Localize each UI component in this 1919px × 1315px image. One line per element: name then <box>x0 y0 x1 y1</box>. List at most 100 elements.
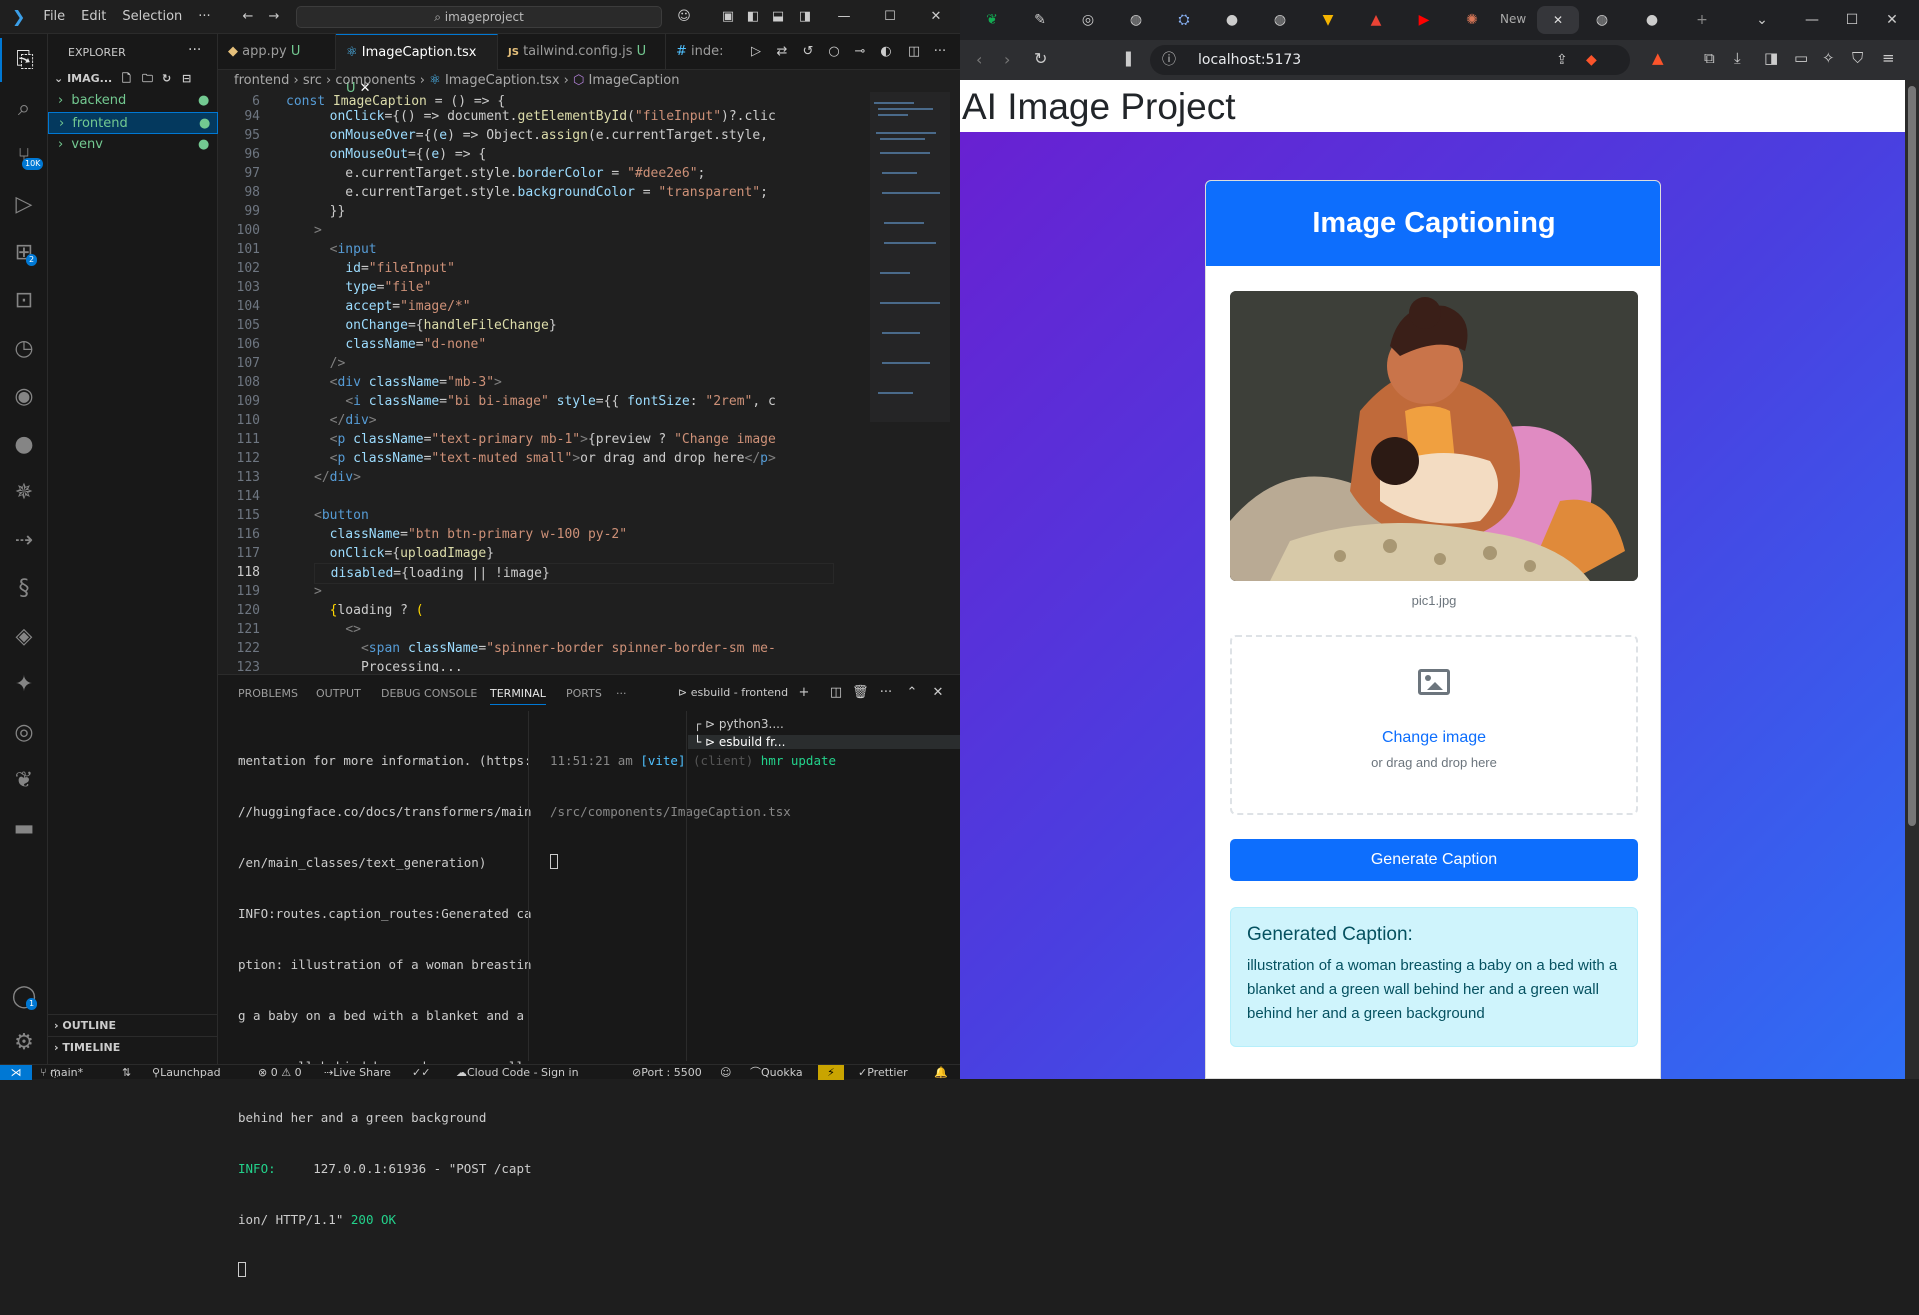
tab-globe-icon[interactable]: ◍ <box>1124 8 1148 32</box>
explorer-item-frontend[interactable]: › frontend ● <box>48 112 218 134</box>
tab-list-icon[interactable]: ⌄ <box>1750 8 1774 32</box>
back-icon[interactable]: ‹ <box>976 50 982 69</box>
trash-icon[interactable]: 🗑 <box>852 685 869 701</box>
menu-edit[interactable]: Edit <box>73 9 114 24</box>
github-icon[interactable]: ● <box>0 422 48 466</box>
docker-icon[interactable]: ▬ <box>0 806 48 850</box>
tab-new[interactable]: New <box>1500 12 1526 26</box>
port-indicator[interactable]: ⊘ Port : 5500 <box>632 1065 702 1080</box>
run-debug-icon[interactable]: ▷ <box>0 182 48 226</box>
tab-globe3-icon[interactable]: ◍ <box>1590 8 1614 32</box>
tab-github-icon[interactable]: ● <box>1220 8 1244 32</box>
command-search[interactable]: ⌕ imageproject <box>296 6 662 28</box>
run-icon[interactable]: ▷ <box>748 44 764 60</box>
leo-ai-icon[interactable]: ✧ <box>1822 49 1835 67</box>
tab-app-icon[interactable]: ✎ <box>1028 8 1052 32</box>
extensions-icon[interactable]: ⊞ 2 <box>0 230 48 274</box>
bell-icon[interactable]: 🔔 <box>934 1065 948 1080</box>
share-icon[interactable]: ⇪ <box>1556 45 1568 75</box>
tab-terminal[interactable]: TERMINAL <box>490 687 546 705</box>
new-folder-icon[interactable]: 🗀 <box>142 68 153 90</box>
prettier-indicator[interactable]: ✓ Prettier <box>858 1065 908 1080</box>
terminal-list-item-esbuild[interactable]: └ ⊳ esbuild fr... <box>688 735 960 749</box>
check-icon[interactable]: ✓✓ <box>412 1065 430 1080</box>
sidebar-icon[interactable]: ◨ <box>1764 49 1778 67</box>
tab-imagecaption-tsx[interactable]: ⚛ ImageCaption.tsx U ✕ <box>336 34 498 96</box>
maximize-panel-icon[interactable]: ⌃ <box>904 685 920 701</box>
terminal-selector[interactable]: ⊳ esbuild - frontend <box>678 686 788 699</box>
extensions-icon[interactable]: ⧉ <box>1704 49 1715 67</box>
tab-problems[interactable]: PROBLEMS <box>238 687 298 700</box>
tab-cursor-icon[interactable]: ⛭ <box>1172 8 1196 32</box>
layout-icon[interactable]: ▣ <box>720 9 736 25</box>
terminal-list-item-python[interactable]: ┌ ⊳ python3.... <box>694 717 784 731</box>
kubernetes-icon[interactable]: ✵ <box>0 470 48 514</box>
menu-selection[interactable]: Selection <box>114 9 190 24</box>
tab-target-icon[interactable]: ◎ <box>1076 8 1100 32</box>
python-icon[interactable]: § <box>0 566 48 610</box>
compare-icon[interactable]: ⇄ <box>774 44 790 60</box>
tab-globe2-icon[interactable]: ◍ <box>1268 8 1292 32</box>
explorer-root[interactable]: ⌄ IMAG... 🗋 🗀 ↻ ⊟ <box>48 68 218 90</box>
explorer-more-icon[interactable]: ··· <box>188 42 201 58</box>
drop-zone[interactable]: Change image or drag and drop here <box>1230 635 1638 815</box>
brave-shield-icon[interactable]: ◆ <box>1586 45 1597 75</box>
quokka-indicator[interactable]: ⌒ Quokka <box>750 1065 803 1080</box>
dot-icon[interactable]: ○ <box>826 44 842 60</box>
vscode-logo-icon[interactable]: ❯ <box>0 7 35 26</box>
minimap[interactable] <box>870 92 960 612</box>
sparkle-icon[interactable]: ✦ <box>0 662 48 706</box>
panel-more[interactable]: ··· <box>616 687 627 700</box>
explorer-item-venv[interactable]: › venv ● <box>48 134 218 156</box>
tab-app-py[interactable]: ◆ app.py U <box>218 34 336 70</box>
split-terminal-icon[interactable]: ◫ <box>828 685 844 701</box>
minimize-icon[interactable]: — <box>836 9 852 25</box>
problems-indicator[interactable]: ⊗ 0 ⚠ 0 <box>258 1065 302 1080</box>
new-file-icon[interactable]: 🗋 <box>122 68 131 90</box>
split-editor-icon[interactable]: ◫ <box>906 44 922 60</box>
editor-more-icon[interactable]: ··· <box>932 44 948 60</box>
tab-warning-icon[interactable]: ▲ <box>1364 8 1388 32</box>
tab-ports[interactable]: PORTS <box>566 687 602 700</box>
menu-file[interactable]: File <box>35 9 73 24</box>
preview-icon[interactable]: ◐ <box>878 44 894 60</box>
scrollbar-thumb[interactable] <box>1908 86 1916 826</box>
leaf-icon[interactable]: ❦ <box>0 758 48 802</box>
explorer-item-backend[interactable]: › backend ● <box>48 90 218 112</box>
close-icon[interactable]: ✕ <box>928 9 944 25</box>
menu-icon[interactable]: ≡ <box>1882 49 1895 67</box>
bookmark-icon[interactable]: ❚ <box>1122 49 1135 67</box>
copilot-icon[interactable]: ☺ <box>676 9 692 25</box>
toggle-secondary-sidebar-icon[interactable]: ◨ <box>797 9 813 25</box>
history-icon[interactable]: ↺ <box>800 44 816 60</box>
panel-more-icon[interactable]: ··· <box>878 685 894 701</box>
refresh-icon[interactable]: ↻ <box>162 68 171 90</box>
sync-icon[interactable]: ⇅ <box>122 1065 131 1080</box>
timeline-section[interactable]: › TIMELINE <box>48 1036 218 1058</box>
tab-youtube-icon[interactable]: ▶ <box>1412 8 1436 32</box>
tab-vercel-icon[interactable]: ▼ <box>1316 8 1340 32</box>
reload-icon[interactable]: ↻ <box>1034 49 1047 68</box>
maximize-icon[interactable]: ☐ <box>882 9 898 25</box>
source-control-icon[interactable]: ⑂ 10K <box>0 134 48 178</box>
live-share-indicator[interactable]: ⇢ Live Share <box>324 1065 391 1080</box>
tab-tailwind-config[interactable]: JS tailwind.config.js U <box>498 34 666 70</box>
vpn-icon[interactable]: ⛉ <box>1852 49 1863 67</box>
highlight-icon[interactable]: ⚡ <box>818 1065 844 1080</box>
menu-more[interactable]: ··· <box>190 9 218 24</box>
toggle-panel-icon[interactable]: ⬓ <box>770 9 786 25</box>
tab-index[interactable]: # inde: <box>666 34 736 70</box>
gitlens-icon[interactable]: ◉ <box>0 374 48 418</box>
wallet-icon[interactable]: ▭ <box>1794 49 1808 67</box>
outline-section[interactable]: › OUTLINE <box>48 1014 218 1036</box>
copilot-status-icon[interactable]: ☺ <box>720 1065 731 1080</box>
new-terminal-icon[interactable]: + <box>796 685 812 701</box>
tab-claude-icon[interactable]: ✺ <box>1460 8 1484 32</box>
tab-github2-icon[interactable]: ● <box>1640 8 1664 32</box>
branch-indicator[interactable]: ⑂ main* ◌ <box>40 1065 83 1080</box>
download-icon[interactable]: ⤓ <box>1734 49 1741 67</box>
change-image-link[interactable]: Change image <box>1232 729 1636 747</box>
forward-arrow-icon[interactable]: → <box>266 9 282 25</box>
toggle-sidebar-icon[interactable]: ◧ <box>745 9 761 25</box>
remote-indicator[interactable]: ⋊ <box>0 1065 32 1080</box>
